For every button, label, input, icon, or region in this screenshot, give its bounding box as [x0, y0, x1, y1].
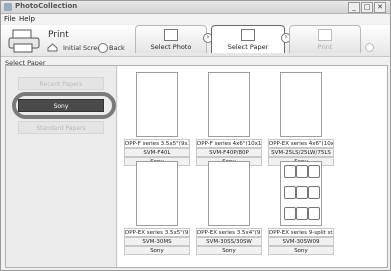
- paper-name: DPP-F series 3.5x5"(9x13...: [124, 139, 190, 148]
- paper-icon: [241, 29, 255, 41]
- paper-code: SVM-30SS/30SW: [196, 237, 262, 246]
- paper-name: DPP-EX series 4x6"(10x1...: [268, 139, 334, 148]
- step-print: Print: [289, 25, 361, 53]
- paper-panel: Recent Papers Sony Standard Papers DPP-F…: [5, 65, 388, 268]
- brand-recent-papers[interactable]: Recent Papers: [18, 77, 104, 90]
- menu-file[interactable]: File: [4, 15, 16, 23]
- paper-code: SVM-F40P/80P: [196, 148, 262, 157]
- step-indicator: Select Photo › Select Paper › Print: [127, 25, 374, 55]
- paper-code: SVM-25LS/25LW/75LS: [268, 148, 334, 157]
- paper-name: DPP-EX series 3.5x5"(9x1...: [124, 228, 190, 237]
- step-select-paper[interactable]: Select Paper: [211, 25, 285, 53]
- minimize-button[interactable]: _: [348, 2, 360, 13]
- sticker-cell: [296, 165, 308, 178]
- paper-grid: DPP-F series 3.5x5"(9x13... SVM-F40L Son…: [118, 66, 386, 267]
- sticker-cell: [308, 186, 320, 199]
- sticker-cell: [284, 186, 296, 199]
- window-title: PhotoCollection: [15, 2, 78, 10]
- title-bar: PhotoCollection _ □ ✕: [1, 1, 390, 14]
- menu-bar: File Help: [1, 14, 390, 24]
- paper-code: SVM-30SW09: [268, 237, 334, 246]
- step-label: Select Photo: [150, 43, 192, 51]
- print-step-icon: [318, 29, 332, 41]
- maximize-button[interactable]: □: [361, 2, 373, 13]
- settings-icon[interactable]: [365, 43, 374, 52]
- step-select-photo[interactable]: Select Photo: [135, 25, 207, 53]
- paper-brand: Sony: [268, 246, 334, 255]
- paper-thumbnail: [280, 72, 322, 137]
- sticker-cell: [308, 207, 320, 220]
- back-icon[interactable]: [98, 43, 108, 53]
- home-icon: [47, 43, 58, 52]
- paper-name: DPP-EX series 3.5x4"(9x1...: [196, 228, 262, 237]
- paper-code: SVM-F40L: [124, 148, 190, 157]
- paper-name: DPP-F series 4x6"(10x15cm): [196, 139, 262, 148]
- paper-brand: Sony: [196, 246, 262, 255]
- sticker-cell: [308, 165, 320, 178]
- menu-help[interactable]: Help: [19, 15, 35, 23]
- print-title: Print: [48, 30, 69, 40]
- step-label: Print: [317, 43, 333, 51]
- paper-thumbnail: [136, 72, 178, 137]
- printer-icon: [8, 29, 40, 53]
- sticker-cell: [296, 186, 308, 199]
- paper-thumbnail: [136, 161, 178, 226]
- sticker-cell: [284, 165, 296, 178]
- sticker-thumbnail: [280, 161, 322, 226]
- paper-thumbnail: [208, 161, 250, 226]
- back-link[interactable]: Back: [109, 44, 125, 52]
- step-label: Select Paper: [227, 43, 269, 51]
- paper-brand: Sony: [124, 246, 190, 255]
- app-icon: [4, 3, 12, 11]
- paper-thumbnail: [208, 72, 250, 137]
- paper-name: DPP-EX series 9-split sticker: [268, 228, 334, 237]
- app-window: PhotoCollection _ □ ✕ File Help Print In…: [0, 0, 391, 271]
- selection-highlight: [12, 92, 116, 119]
- brand-standard-papers[interactable]: Standard Papers: [18, 121, 104, 134]
- photo-icon: [164, 29, 178, 41]
- sticker-cell: [284, 207, 296, 220]
- close-button[interactable]: ✕: [374, 2, 386, 13]
- paper-code: SVM-30MS: [124, 237, 190, 246]
- sticker-cell: [296, 207, 308, 220]
- brand-list: Recent Papers Sony Standard Papers: [6, 66, 117, 267]
